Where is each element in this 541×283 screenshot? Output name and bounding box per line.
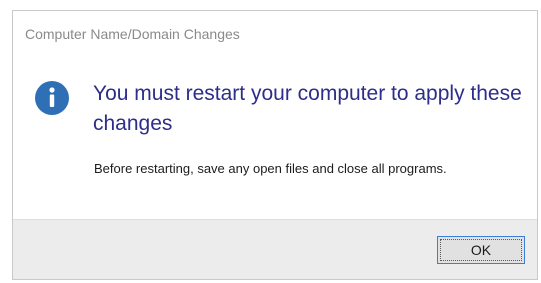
dialog-content: You must restart your computer to apply … [13, 57, 537, 221]
dialog-title: Computer Name/Domain Changes [25, 26, 240, 42]
info-icon [35, 81, 69, 115]
dialog-body-text: Before restarting, save any open files a… [94, 161, 447, 176]
ok-button[interactable]: OK [437, 236, 525, 264]
dialog-footer: OK [13, 219, 537, 279]
main-instruction: You must restart your computer to apply … [93, 82, 522, 135]
restart-dialog: Computer Name/Domain Changes You must re… [12, 10, 538, 280]
dialog-titlebar: Computer Name/Domain Changes [13, 11, 537, 57]
